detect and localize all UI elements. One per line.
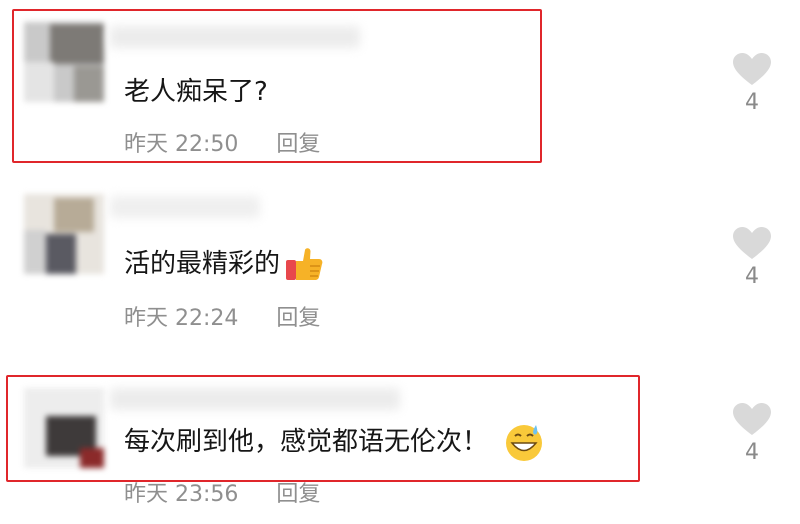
comment-item: 活的最精彩的 昨天 22:24 回复 4 [0, 174, 800, 344]
reply-button[interactable]: 回复 [276, 306, 320, 331]
avatar[interactable] [24, 22, 104, 102]
username-blurred[interactable] [110, 196, 260, 218]
thumbs-up-emoji [284, 246, 324, 282]
like-button[interactable]: 4 [728, 402, 776, 465]
comment-meta: 昨天 22:24 回复 [124, 300, 320, 332]
comment-text: 活的最精彩的 [124, 246, 324, 282]
like-button[interactable]: 4 [728, 226, 776, 289]
username-blurred[interactable] [110, 388, 400, 410]
reply-button[interactable]: 回复 [276, 482, 320, 507]
reply-button[interactable]: 回复 [276, 132, 320, 157]
comment-time: 昨天 22:50 [124, 132, 239, 157]
like-button[interactable]: 4 [728, 52, 776, 115]
comment-text: 老人痴呆了? [124, 77, 268, 107]
like-count: 4 [745, 440, 759, 465]
comment-time: 昨天 23:56 [124, 482, 239, 507]
comment-meta: 昨天 23:56 回复 [124, 476, 320, 508]
like-count: 4 [745, 264, 759, 289]
heart-icon [733, 53, 771, 85]
comment-text: 每次刷到他，感觉都语无伦次！ [124, 422, 546, 462]
avatar[interactable] [24, 388, 104, 468]
username-blurred[interactable] [110, 26, 360, 48]
heart-icon [733, 403, 771, 435]
like-count: 4 [745, 90, 759, 115]
comment-item: 每次刷到他，感觉都语无伦次！ 昨天 23:56 回复 4 [0, 352, 800, 522]
avatar[interactable] [24, 194, 104, 274]
grinning-sweat-emoji [502, 422, 546, 462]
comment-meta: 昨天 22:50 回复 [124, 126, 320, 158]
comment-item: 老人痴呆了? 昨天 22:50 回复 4 [0, 0, 800, 170]
heart-icon [733, 227, 771, 259]
comment-time: 昨天 22:24 [124, 306, 239, 331]
